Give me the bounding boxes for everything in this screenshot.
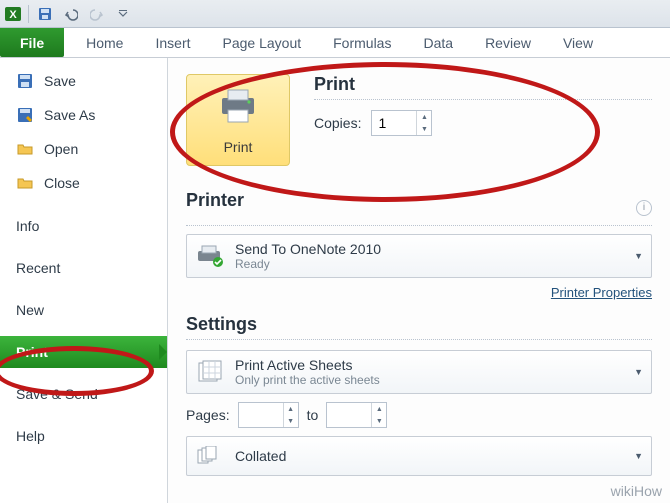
sidebar-item-info[interactable]: Info — [0, 210, 167, 242]
printer-status: Ready — [235, 257, 624, 271]
save-as-icon — [16, 106, 34, 124]
tab-file[interactable]: File — [0, 28, 64, 57]
redo-icon[interactable] — [87, 4, 107, 24]
backstage-sidebar: Save Save As Open Close Info Recent New … — [0, 58, 168, 503]
tab-view[interactable]: View — [547, 28, 609, 57]
sidebar-item-label: Open — [44, 141, 78, 157]
pages-to-spinner[interactable]: ▲▼ — [326, 402, 387, 428]
pages-label: Pages: — [186, 407, 230, 423]
sidebar-item-label: Info — [16, 218, 39, 234]
qat-separator — [28, 5, 29, 23]
print-heading: Print — [314, 74, 652, 100]
ribbon-tabs: File Home Insert Page Layout Formulas Da… — [0, 28, 670, 58]
save-icon — [16, 72, 34, 90]
printer-icon — [216, 86, 260, 131]
sidebar-item-open[interactable]: Open — [0, 132, 167, 166]
sidebar-item-new[interactable]: New — [0, 294, 167, 326]
chevron-down-icon: ▼ — [634, 367, 643, 377]
spinner-down-icon[interactable]: ▼ — [417, 123, 431, 135]
quick-access-toolbar: X — [0, 0, 670, 28]
printer-properties-link[interactable]: Printer Properties — [551, 285, 652, 300]
sidebar-item-save-send[interactable]: Save & Send — [0, 378, 167, 410]
sidebar-item-label: Recent — [16, 260, 60, 276]
pages-to-label: to — [307, 407, 319, 423]
collated-icon — [195, 443, 225, 469]
svg-text:X: X — [9, 9, 17, 21]
pages-to-input[interactable] — [327, 403, 371, 427]
sidebar-item-label: Help — [16, 428, 45, 444]
chevron-down-icon: ▼ — [634, 451, 643, 461]
tab-formulas[interactable]: Formulas — [317, 28, 407, 57]
printer-name: Send To OneNote 2010 — [235, 241, 624, 257]
sheets-icon — [195, 359, 225, 385]
sidebar-item-help[interactable]: Help — [0, 420, 167, 452]
sidebar-item-label: Save As — [44, 107, 95, 123]
sidebar-item-save[interactable]: Save — [0, 64, 167, 98]
pages-from-spinner[interactable]: ▲▼ — [238, 402, 299, 428]
copies-input[interactable] — [372, 111, 416, 135]
printer-heading: Printer — [186, 190, 636, 215]
excel-app-icon: X — [4, 5, 22, 23]
folder-open-icon — [16, 140, 34, 158]
backstage: Save Save As Open Close Info Recent New … — [0, 58, 670, 503]
pages-from-input[interactable] — [239, 403, 283, 427]
settings-heading: Settings — [186, 314, 652, 340]
sidebar-item-close[interactable]: Close — [0, 166, 167, 200]
spinner-up-icon[interactable]: ▲ — [372, 403, 386, 415]
printer-dropdown[interactable]: Send To OneNote 2010 Ready ▼ — [186, 234, 652, 278]
printer-ready-icon — [195, 243, 225, 269]
sidebar-item-label: Save & Send — [16, 386, 98, 402]
spinner-down-icon[interactable]: ▼ — [372, 415, 386, 427]
spinner-down-icon[interactable]: ▼ — [284, 415, 298, 427]
sidebar-item-label: Close — [44, 175, 80, 191]
print-scope-title: Print Active Sheets — [235, 357, 624, 373]
undo-icon[interactable] — [61, 4, 81, 24]
sidebar-item-label: New — [16, 302, 44, 318]
tab-insert[interactable]: Insert — [139, 28, 206, 57]
spinner-up-icon[interactable]: ▲ — [284, 403, 298, 415]
tab-review[interactable]: Review — [469, 28, 547, 57]
sidebar-item-label: Print — [16, 344, 48, 360]
sidebar-item-label: Save — [44, 73, 76, 89]
copies-spinner[interactable]: ▲ ▼ — [371, 110, 432, 136]
tab-page-layout[interactable]: Page Layout — [207, 28, 318, 57]
tab-home[interactable]: Home — [70, 28, 139, 57]
sidebar-item-recent[interactable]: Recent — [0, 252, 167, 284]
collate-title: Collated — [235, 448, 624, 464]
save-icon[interactable] — [35, 4, 55, 24]
collate-dropdown[interactable]: Collated ▼ — [186, 436, 652, 476]
spinner-up-icon[interactable]: ▲ — [417, 111, 431, 123]
print-scope-subtitle: Only print the active sheets — [235, 373, 624, 387]
print-panel: Print Print Copies: ▲ ▼ Prin — [168, 58, 670, 503]
folder-close-icon — [16, 174, 34, 192]
qat-customize-icon[interactable] — [113, 4, 133, 24]
tab-data[interactable]: Data — [407, 28, 469, 57]
print-scope-dropdown[interactable]: Print Active Sheets Only print the activ… — [186, 350, 652, 394]
chevron-down-icon: ▼ — [634, 251, 643, 261]
sidebar-item-print[interactable]: Print — [0, 336, 167, 368]
copies-label: Copies: — [314, 115, 361, 131]
print-button-label: Print — [224, 139, 253, 155]
sidebar-item-save-as[interactable]: Save As — [0, 98, 167, 132]
print-button[interactable]: Print — [186, 74, 290, 166]
watermark: wikiHow — [611, 483, 662, 499]
info-icon[interactable]: i — [636, 200, 652, 216]
